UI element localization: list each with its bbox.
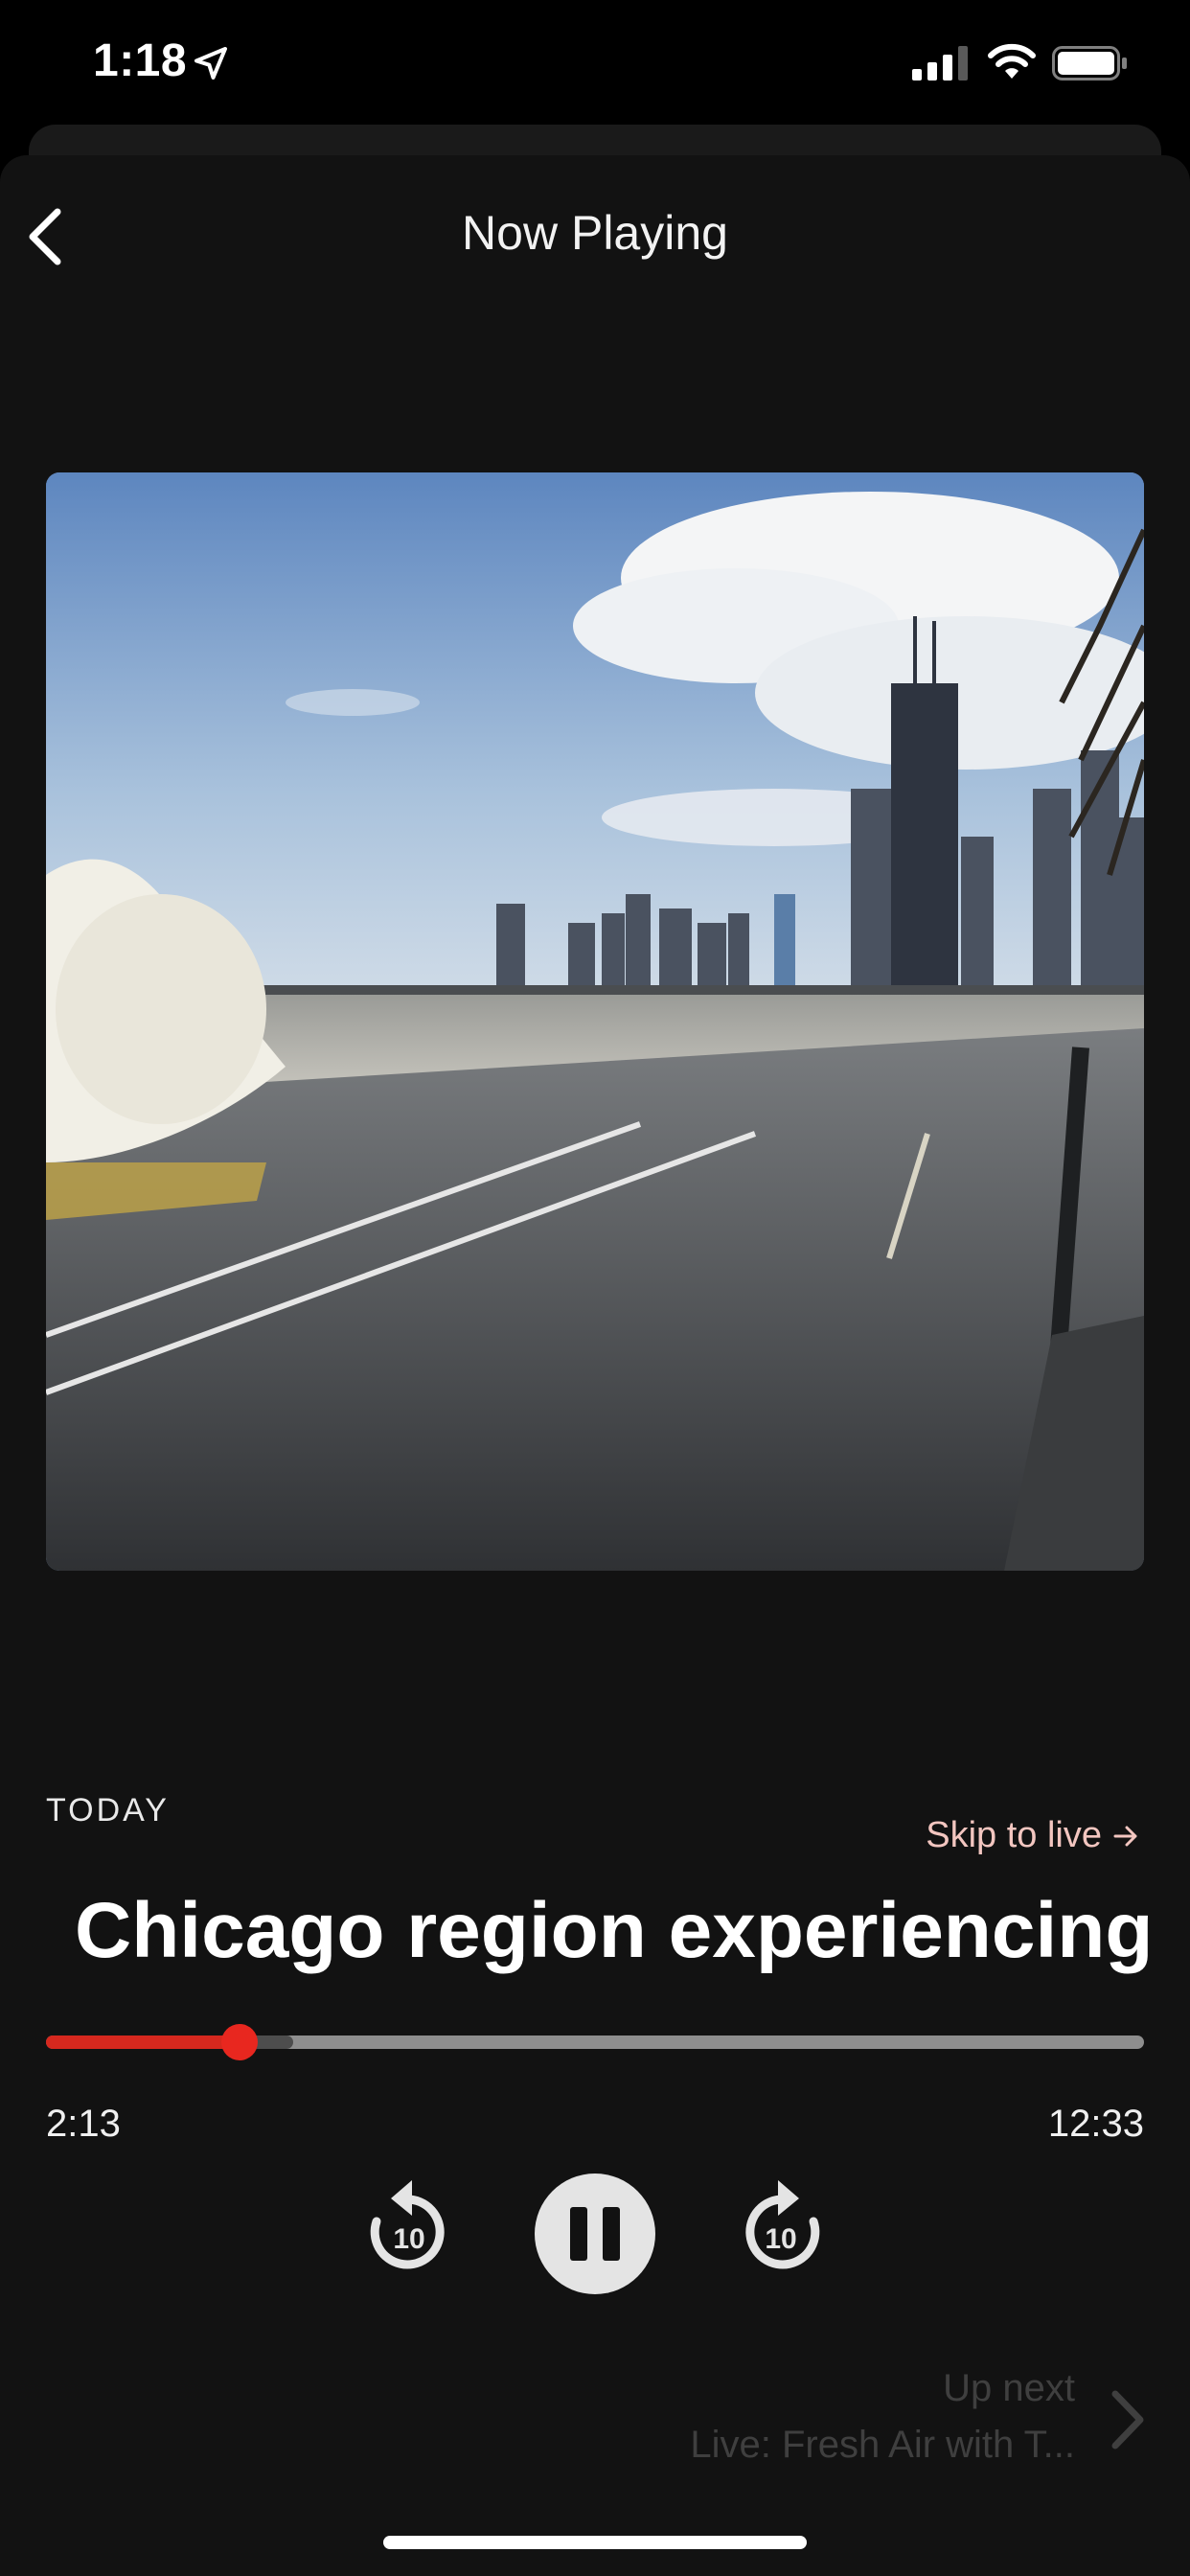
- pause-icon-bar-left: [570, 2207, 587, 2261]
- forward-seconds: 10: [765, 2223, 796, 2255]
- rewind-seconds: 10: [393, 2223, 424, 2255]
- pause-button[interactable]: [535, 2174, 655, 2294]
- pause-icon-bar-right: [603, 2207, 620, 2261]
- forward-10-icon: 10: [745, 2180, 820, 2269]
- episode-artwork: [46, 472, 1144, 1571]
- remaining-time: 12:33: [1047, 2103, 1144, 2145]
- cellular-signal-icon: [912, 46, 968, 80]
- skip-to-live-label: Skip to live: [926, 1815, 1102, 1855]
- progress-thumb[interactable]: [220, 2024, 258, 2060]
- location-arrow-icon: [195, 47, 227, 80]
- page-title: Now Playing: [462, 206, 728, 260]
- episode-title: Chicago region experiencing: [75, 1887, 1148, 1974]
- status-time: 1:18: [93, 35, 188, 86]
- rewind-10-button[interactable]: 10: [364, 2175, 450, 2276]
- elapsed-time: 2:13: [46, 2103, 121, 2145]
- up-next-label: Up next: [943, 2367, 1075, 2409]
- battery-icon: [1052, 46, 1127, 80]
- chevron-right-icon[interactable]: [1104, 2386, 1152, 2453]
- wifi-icon: [988, 43, 1036, 79]
- progress-slider[interactable]: [46, 2024, 1144, 2060]
- arrow-right-icon: [1113, 1826, 1137, 1846]
- skip-to-live-button[interactable]: Skip to live: [926, 1815, 1140, 1856]
- rewind-10-icon: 10: [370, 2180, 445, 2269]
- up-next-title: Live: Fresh Air with T...: [690, 2424, 1075, 2466]
- episode-date-label: TODAY: [46, 1792, 170, 1828]
- progress-fill: [46, 2036, 240, 2049]
- up-next[interactable]: Up next Live: Fresh Air with T...: [690, 2367, 1075, 2467]
- status-bar: 1:18: [0, 0, 1190, 125]
- home-indicator: [383, 2536, 807, 2549]
- artwork-image: [46, 472, 1144, 1571]
- forward-10-button[interactable]: 10: [740, 2175, 826, 2276]
